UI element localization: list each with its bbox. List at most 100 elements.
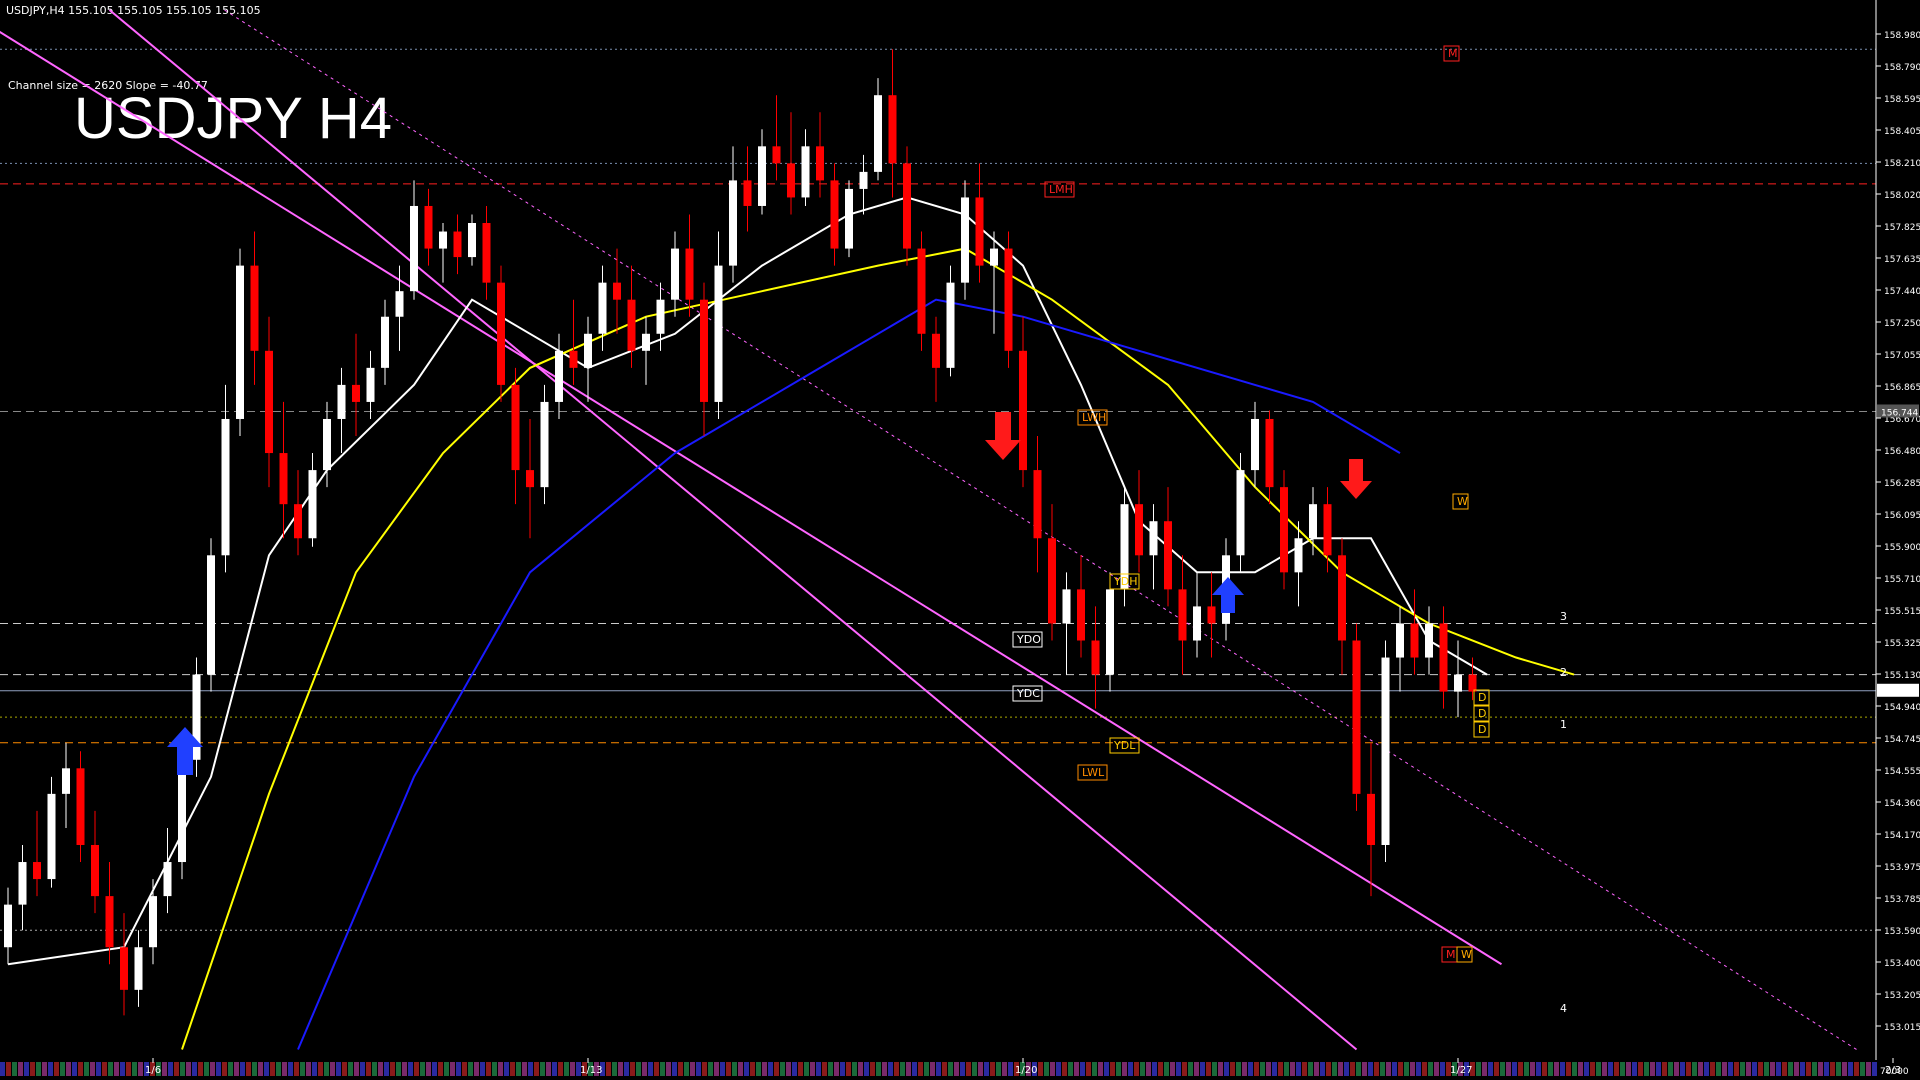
session-block [1794,1062,1799,1076]
session-block [1476,1062,1481,1076]
session-block [954,1062,959,1076]
session-block [738,1062,743,1076]
session-block [1434,1062,1439,1076]
session-block [1530,1062,1535,1076]
candle-bear [352,384,360,402]
session-block [666,1062,671,1076]
session-block [822,1062,827,1076]
session-block [1518,1062,1523,1076]
session-block [786,1062,791,1076]
price-chart[interactable]: USDJPY,H4 155.105 155.105 155.105 155.10… [0,0,1920,1080]
candle-bear [1439,623,1448,692]
session-block [672,1062,677,1076]
candle-bull [18,862,27,905]
session-block [528,1062,533,1076]
session-block [894,1062,899,1076]
session-block [1668,1062,1673,1076]
session-block [1752,1062,1757,1076]
session-block [846,1062,851,1076]
price-tick-label: 156.480 [1884,447,1920,457]
session-block [1662,1062,1667,1076]
level-label: YDO [1016,633,1041,646]
session-block [1728,1062,1733,1076]
session-block [534,1062,539,1076]
price-tick-label: 156.285 [1884,479,1920,489]
big-title: USDJPY H4 [74,86,392,151]
session-block [642,1062,647,1076]
level-label: LWH [1082,411,1106,424]
session-block [204,1062,209,1076]
price-tick-label: 154.360 [1884,799,1920,809]
session-block [654,1062,659,1076]
candle-bull [410,205,418,292]
session-block [546,1062,551,1076]
candle-bear [511,384,520,471]
candle-bull [845,188,853,249]
candle-bear [1048,538,1056,624]
candle-bear [1352,640,1361,794]
candle-bull [192,674,201,760]
candle-bull [946,282,955,368]
session-block [384,1062,389,1076]
candle-bull [714,265,723,402]
price-tick-label: 154.940 [1884,703,1920,713]
session-block [660,1062,665,1076]
session-block [1050,1062,1055,1076]
session-block [558,1062,563,1076]
price-tick-label: 155.900 [1884,543,1920,553]
session-block [1284,1062,1289,1076]
session-block [1326,1062,1331,1076]
level-label: D [1478,707,1486,720]
candle-bear [33,862,41,880]
session-block [978,1062,983,1076]
session-block [1374,1062,1379,1076]
session-block [192,1062,197,1076]
level-label: M [1448,47,1458,60]
session-block [66,1062,71,1076]
session-block [876,1062,881,1076]
session-block [630,1062,635,1076]
session-block [750,1062,755,1076]
candle-bear [1338,555,1346,641]
candle-bear [613,282,621,300]
session-block [198,1062,203,1076]
session-block [780,1062,785,1076]
level-label: YDL [1113,739,1136,752]
price-tick-label: 155.130 [1884,671,1920,681]
session-block [1278,1062,1283,1076]
session-block [42,1062,47,1076]
candle-bear [1019,350,1027,471]
session-block [234,1062,239,1076]
session-block [1848,1062,1853,1076]
session-block [1656,1062,1661,1076]
session-block [210,1062,215,1076]
session-block [1404,1062,1409,1076]
price-tick-label: 157.825 [1884,223,1920,233]
candle-bear [497,282,505,385]
session-block [1428,1062,1433,1076]
session-block [684,1062,689,1076]
session-block [372,1062,377,1076]
session-block [1164,1062,1169,1076]
candle-bear [424,205,433,249]
session-block [90,1062,95,1076]
price-tick-label: 155.515 [1884,607,1920,617]
candle-bull [439,231,447,249]
session-block [0,1062,5,1076]
session-block [1230,1062,1235,1076]
session-block [138,1062,143,1076]
session-block [1488,1062,1493,1076]
session-block [246,1062,251,1076]
candle-bull [656,299,665,334]
candle-bull [1149,521,1158,556]
level-label: LWL [1082,766,1105,779]
session-block [1866,1062,1871,1076]
session-block [1758,1062,1763,1076]
session-block [720,1062,725,1076]
candle-bull [1454,674,1462,692]
session-block [1596,1062,1601,1076]
session-block [996,1062,1001,1076]
session-block [1650,1062,1655,1076]
session-block [1302,1062,1307,1076]
session-block [1272,1062,1277,1076]
